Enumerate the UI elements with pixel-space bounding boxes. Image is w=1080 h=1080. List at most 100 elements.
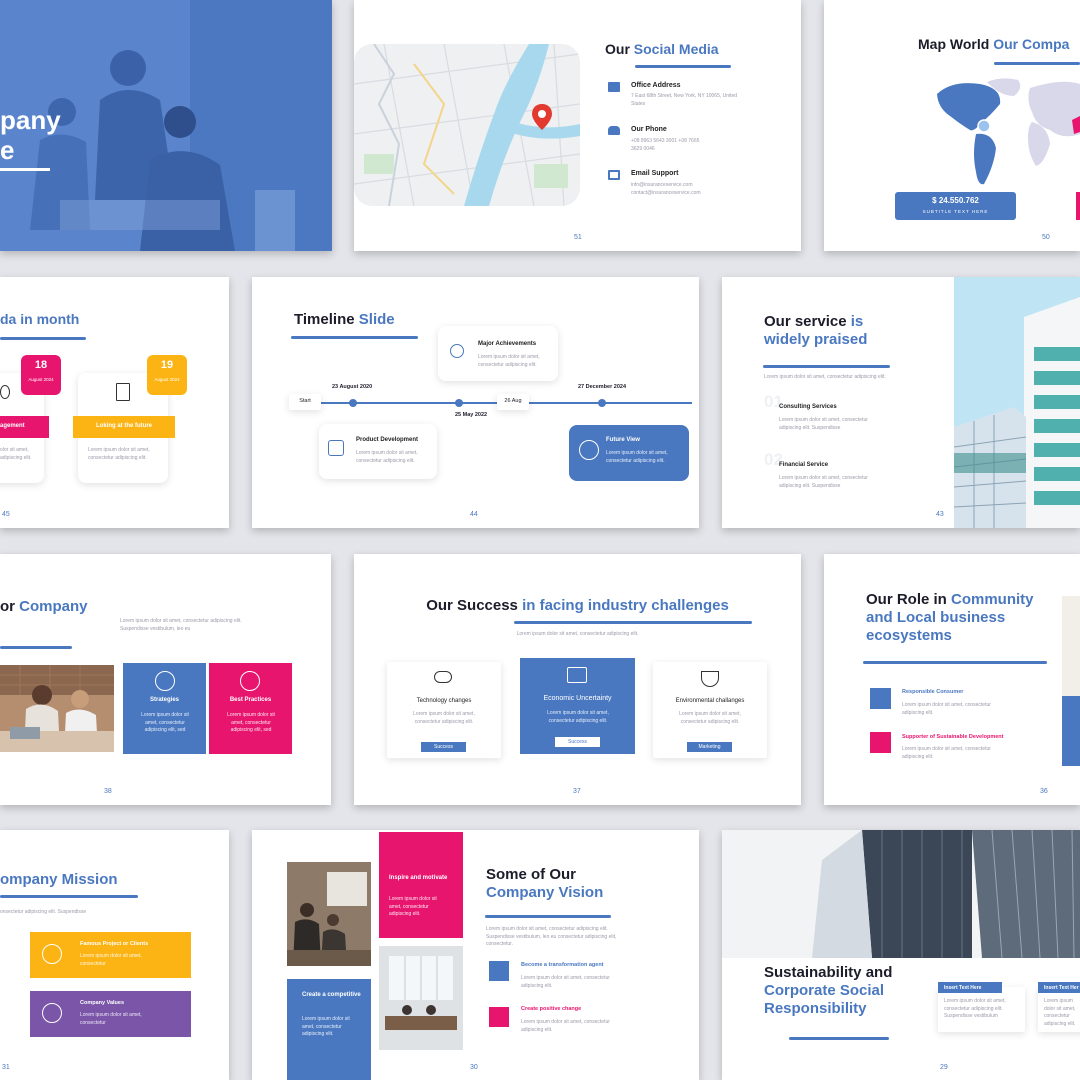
page-number: 51 — [574, 234, 582, 241]
date-badge-2-day: 19 — [160, 359, 174, 371]
phone-icon — [608, 126, 620, 135]
email-icon — [608, 170, 620, 180]
title-rule — [763, 365, 890, 368]
title-rule — [291, 336, 418, 339]
title-underline — [0, 168, 50, 171]
phone-label: Our Phone — [631, 126, 667, 133]
world-map — [937, 78, 1080, 185]
title-rule — [0, 337, 86, 340]
office-photo — [0, 665, 114, 752]
slide-company-vision[interactable]: Inspire and motivate Lorem ipsum dolor s… — [252, 830, 699, 1080]
date-d3: 26 Aug — [504, 398, 522, 404]
info-tag-1: Insert Text Here — [938, 982, 1002, 993]
milestone-3-text: Lorem ipsum dolor sit amet, consectetur … — [606, 450, 668, 464]
skyscraper-photo — [722, 830, 1080, 958]
timeline-dot-2 — [455, 399, 463, 407]
page-number: 30 — [470, 1064, 478, 1071]
consumer-icon — [870, 688, 891, 709]
inspire-text: Lorem ipsum dolor sit amet, consectetur … — [389, 896, 437, 917]
best-practices-text: Lorem ipsum dolor sit amet, consectetur … — [227, 712, 275, 733]
document-icon — [116, 383, 130, 401]
product-icon — [328, 440, 344, 456]
info-tag-2: Insert Text Her — [1038, 982, 1080, 993]
page-number: 31 — [2, 1064, 10, 1071]
title-rule — [0, 895, 138, 898]
date-badge-1-sub: August 2024 — [28, 377, 54, 382]
pink-card-edge — [1076, 192, 1080, 220]
date-d1: 23 August 2020 — [332, 384, 373, 390]
clients-title: Famous Project or Clients — [80, 941, 149, 947]
page-number: 50 — [1042, 234, 1050, 241]
slide-map-world[interactable]: Map World Our Compa $ 24.550.762 SUBTITL… — [824, 0, 1080, 251]
building-icon — [608, 82, 620, 92]
intro-text: onsectetur adipiscing elit. Suspendisse — [0, 909, 87, 915]
page-number: 45 — [2, 511, 10, 518]
card-2-text: Lorem ipsum dolor sit amet, consectetur … — [547, 710, 609, 724]
slide-agenda-month[interactable]: da in month 18 August 2024 19 August 202… — [0, 277, 229, 528]
slide-company-profile[interactable]: pany e — [0, 0, 332, 251]
success-button-1[interactable]: Success — [421, 742, 466, 752]
milestone-2-title: Product Development — [356, 437, 419, 443]
date-badge-1-day: 18 — [34, 359, 48, 371]
slide-title: or Company — [0, 598, 88, 615]
values-icon — [42, 1003, 62, 1023]
meeting-photo-1 — [287, 862, 371, 966]
clients-text: Lorem ipsum dolor sit amet, consectetur — [80, 953, 142, 967]
slide-title-line2: e — [0, 135, 15, 165]
slide-service-praised[interactable]: Our service is widely praised Lorem ipsum… — [722, 277, 1080, 528]
slide-company-mission[interactable]: ompany Mission onsectetur adipiscing eli… — [0, 830, 229, 1080]
change-text: Lorem ipsum dolor sit amet, consectetur … — [521, 1019, 610, 1033]
cloud-upload-icon — [434, 671, 452, 683]
title-rule — [514, 621, 752, 624]
info-text-2: Lorem ipsum dolor sit amet, consectetur … — [1044, 998, 1076, 1027]
timeline-dot-3 — [598, 399, 606, 407]
transform-icon — [489, 961, 509, 981]
card-3-text: Lorem ipsum dolor sit amet, consectetur … — [679, 711, 741, 725]
intro-text: Lorem ipsum dolor sit amet, consectetur … — [120, 618, 242, 632]
side-photo-top — [1062, 596, 1080, 696]
location-pin-icon — [532, 104, 552, 130]
inspire-title: Inspire and motivate — [389, 875, 448, 881]
slide-title: ompany Mission — [0, 871, 118, 888]
stat-value: $ 24.550.762 — [932, 196, 979, 205]
competitive-text: Lorem ipsum dolor sit amet, consectetur … — [302, 1016, 350, 1037]
slide-title: Our Success in facing industry challenge… — [426, 597, 729, 614]
page-number: 38 — [104, 788, 112, 795]
date-d2: 25 May 2022 — [455, 412, 488, 418]
phone-text: +08 8963 5643 3001 +08 7665 3629 0046 — [631, 138, 700, 152]
slide-title: Timeline Slide — [294, 311, 395, 328]
transform-title: Become a transformation agent — [521, 962, 604, 968]
slide-our-role[interactable]: Our Role in Community and Local business e… — [824, 554, 1080, 805]
card-1-title: Technology changes — [416, 698, 472, 704]
success-button-2[interactable]: Success — [555, 737, 600, 747]
slide-timeline[interactable]: Timeline Slide Start 26 Aug 23 August 20… — [252, 277, 699, 528]
event-bar-1-label: agement — [0, 423, 25, 429]
card-3-title: Environmental challanges — [675, 698, 745, 704]
scales-icon — [0, 385, 10, 399]
sustainable-text: Lorem ipsum dolor sit amet, consectetur … — [902, 746, 991, 760]
slide-our-success[interactable]: Our Success in facing industry challenge… — [354, 554, 801, 805]
info-text-1: Lorem ipsum dolor sit amet, consectetur … — [944, 998, 1006, 1019]
intro-text: Lorem ipsum dolor sit amet, consectetur … — [516, 631, 639, 637]
card-2-title: Economic Uncertainty — [543, 695, 612, 702]
award-icon — [450, 344, 464, 358]
card-1-text: Lorem ipsum dolor sit amet, consectetur … — [413, 711, 475, 725]
change-icon — [489, 1007, 509, 1027]
values-title: Company Values — [80, 1000, 125, 1006]
slide-sustainability[interactable]: Sustainability and Corporate Social Respon… — [722, 830, 1080, 1080]
best-practices-label: Best Practices — [229, 697, 272, 703]
service-2-text: Lorem ipsum dolor sit amet, consectetur … — [779, 475, 868, 489]
slide-title: Sustainability and Corporate Social Respon… — [764, 964, 893, 1017]
service-1-text: Lorem ipsum dolor sit amet, consectetur … — [779, 417, 868, 431]
event-2-text: Lorem ipsum dolor sit amet, consectetur … — [88, 447, 150, 461]
email-label: Email Support — [631, 170, 679, 177]
marketing-button[interactable]: Marketing — [687, 742, 732, 752]
start-label: Start — [299, 398, 311, 404]
slide-for-company[interactable]: or Company Lorem ipsum dolor sit amet, c… — [0, 554, 331, 805]
transform-text: Lorem ipsum dolor sit amet, consectetur … — [521, 975, 610, 989]
strategy-icon — [155, 671, 175, 691]
slide-social-media[interactable]: Our Social Media Office Address 7 East 6… — [354, 0, 801, 251]
values-text: Lorem ipsum dolor sit amet, consectetur — [80, 1012, 142, 1026]
slide-title: pany — [0, 105, 61, 135]
title-rule — [863, 661, 1047, 664]
